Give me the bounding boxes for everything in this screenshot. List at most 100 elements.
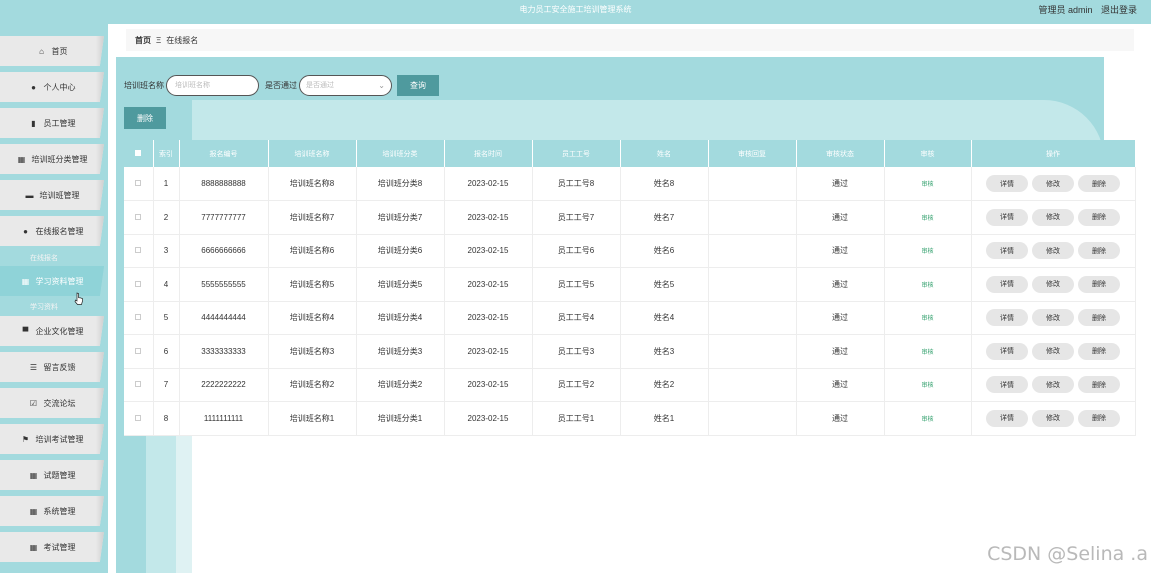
edit-button[interactable]: 修改 <box>1032 175 1074 192</box>
delete-button[interactable]: 删除 <box>1078 409 1120 427</box>
table-row: 5 4444444444 培训班名称4 培训班分类4 2023-02-15 员工工号4 姓名… <box>124 301 1136 335</box>
row-checkbox[interactable] <box>135 280 142 287</box>
breadcrumb-home[interactable]: 首页 <box>135 35 151 46</box>
cell-class-name: 培训班名称4 <box>268 301 357 335</box>
ghost-submenu-label: 学习资料 <box>30 304 58 311</box>
audit-link[interactable]: 审核 <box>921 283 933 289</box>
edit-button[interactable]: 修改 <box>1032 342 1074 360</box>
sidebar-item[interactable]: ▮ 员工管理 <box>0 108 104 138</box>
sidebar-item[interactable]: ▬ 培训班管理 <box>0 180 104 210</box>
cell-code: 8888888888 <box>179 167 269 201</box>
row-checkbox-cell[interactable] <box>124 267 154 302</box>
checkbox-icon: ☑ <box>29 398 38 408</box>
class-name-input[interactable]: 培训班名称 <box>166 74 259 96</box>
sidebar-item[interactable]: ● 个人中心 <box>0 72 104 102</box>
audit-link[interactable]: 审核 <box>921 182 933 188</box>
detail-button[interactable]: 详情 <box>986 175 1028 192</box>
row-checkbox-cell[interactable] <box>124 200 154 235</box>
row-checkbox-cell[interactable] <box>124 368 154 402</box>
sidebar-item-label: 首页 <box>51 46 68 56</box>
edit-button[interactable]: 修改 <box>1032 376 1074 394</box>
cell-actions: 详情 修改 删除 <box>971 334 1136 369</box>
column-header: 操作 <box>971 140 1136 167</box>
cell-category: 培训班分类8 <box>356 167 445 201</box>
edit-button[interactable]: 修改 <box>1032 309 1074 327</box>
audit-link[interactable]: 审核 <box>921 216 933 222</box>
cell-actions: 详情 修改 删除 <box>971 267 1136 302</box>
audit-link[interactable]: 审核 <box>921 249 933 255</box>
row-checkbox[interactable] <box>135 180 142 186</box>
sidebar-item[interactable]: ☰ 留言反馈 <box>0 352 104 382</box>
cell-index: 6 <box>153 334 180 369</box>
user-area: 管理员 admin 退出登录 <box>1032 3 1137 16</box>
row-checkbox[interactable] <box>135 247 142 254</box>
row-checkbox[interactable] <box>135 347 142 354</box>
audit-link[interactable]: 审核 <box>921 417 933 423</box>
cell-audit: 审核 <box>884 401 972 436</box>
cell-class-name: 培训班名称6 <box>268 234 357 268</box>
sidebar-item[interactable]: ▦ 试题管理 <box>0 460 104 490</box>
mouse-pointer-icon <box>74 292 83 305</box>
row-checkbox[interactable] <box>135 414 142 421</box>
pass-select[interactable]: 是否通过 ⌄ <box>299 74 392 96</box>
row-checkbox-cell[interactable] <box>124 401 154 436</box>
sidebar-item[interactable]: ▦ 学习资料管理 <box>0 266 104 296</box>
flag-icon: ⚑ <box>21 434 30 444</box>
delete-button[interactable]: 删除 <box>1078 275 1120 293</box>
delete-button[interactable]: 删除 <box>1078 376 1120 394</box>
delete-button[interactable]: 删除 <box>1078 309 1120 327</box>
sidebar-item[interactable]: ⌂ 首页 <box>0 36 104 66</box>
cell-category: 培训班分类1 <box>356 401 445 436</box>
delete-button[interactable]: 删除 <box>1078 342 1120 360</box>
select-all-checkbox[interactable] <box>124 140 154 167</box>
edit-button[interactable]: 修改 <box>1032 409 1074 427</box>
sidebar-item[interactable]: ● 在线报名管理 <box>0 216 104 246</box>
column-header: 培训班名称 <box>268 140 357 167</box>
chat-icon: ▬ <box>25 190 34 200</box>
row-checkbox-cell[interactable] <box>124 234 154 268</box>
sidebar-item[interactable]: ▦ 考试管理 <box>0 532 104 562</box>
detail-button[interactable]: 详情 <box>986 376 1028 394</box>
row-checkbox[interactable] <box>135 314 142 321</box>
watermark: CSDN @Selina .a <box>987 543 1148 565</box>
row-checkbox-cell[interactable] <box>124 301 154 335</box>
edit-button[interactable]: 修改 <box>1032 208 1074 226</box>
column-header: 索引 <box>153 140 180 167</box>
search-bar: 培训班名称 培训班名称 是否通过 是否通过 ⌄ 查询 <box>124 74 439 96</box>
query-button[interactable]: 查询 <box>397 74 439 96</box>
detail-button[interactable]: 详情 <box>986 409 1028 427</box>
detail-button[interactable]: 详情 <box>986 342 1028 360</box>
row-checkbox[interactable] <box>135 213 142 220</box>
grid-icon: ▦ <box>17 154 26 164</box>
edit-button[interactable]: 修改 <box>1032 242 1074 260</box>
sidebar-item[interactable]: ▦ 系统管理 <box>0 496 104 526</box>
audit-link[interactable]: 审核 <box>921 316 933 322</box>
cell-reply <box>708 167 797 201</box>
sidebar-item[interactable]: ☑ 交流论坛 <box>0 388 104 418</box>
sidebar-item[interactable]: ⚑ 培训考试管理 <box>0 424 104 454</box>
table-row: 6 3333333333 培训班名称3 培训班分类3 2023-02-15 员工工号3 姓名… <box>124 334 1136 369</box>
sidebar-item[interactable]: ▀ 企业文化管理 <box>0 316 104 346</box>
cell-date: 2023-02-15 <box>444 301 533 335</box>
detail-button[interactable]: 详情 <box>986 242 1028 260</box>
table-row: 8 1111111111 培训班名称1 培训班分类1 2023-02-15 员工工号1 姓名… <box>124 401 1136 436</box>
logout-link[interactable]: 退出登录 <box>1101 5 1137 15</box>
detail-button[interactable]: 详情 <box>986 309 1028 327</box>
cell-emp-no: 员工工号7 <box>532 200 621 235</box>
sidebar-item[interactable]: ▦ 培训班分类管理 <box>0 144 104 174</box>
row-checkbox[interactable] <box>135 381 142 388</box>
checkbox-icon[interactable] <box>135 149 142 156</box>
detail-button[interactable]: 详情 <box>986 208 1028 226</box>
cell-status: 通过 <box>796 167 885 201</box>
row-checkbox-cell[interactable] <box>124 334 154 369</box>
detail-button[interactable]: 详情 <box>986 275 1028 293</box>
delete-button[interactable]: 删除 <box>1078 175 1120 192</box>
batch-delete-button[interactable]: 删除 <box>124 107 166 129</box>
audit-link[interactable]: 审核 <box>921 383 933 389</box>
delete-button[interactable]: 删除 <box>1078 208 1120 226</box>
edit-button[interactable]: 修改 <box>1032 275 1074 293</box>
delete-button[interactable]: 删除 <box>1078 242 1120 260</box>
cell-date: 2023-02-15 <box>444 200 533 235</box>
audit-link[interactable]: 审核 <box>921 350 933 356</box>
row-checkbox-cell[interactable] <box>124 167 154 201</box>
